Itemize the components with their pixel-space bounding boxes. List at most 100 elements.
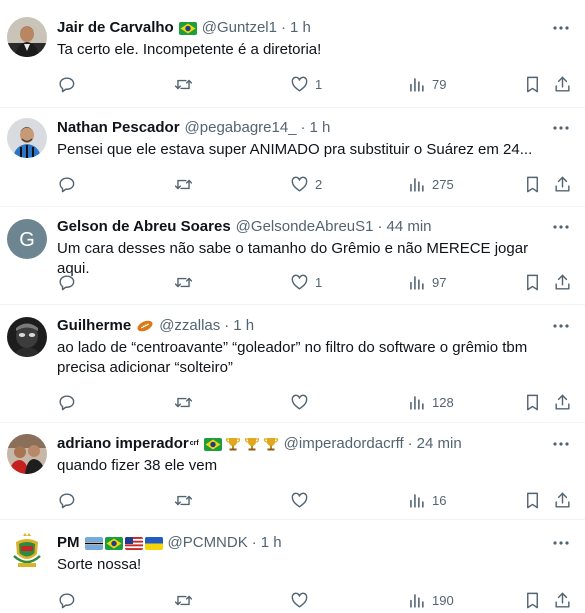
views-button[interactable]: 190 (407, 590, 454, 610)
avatar[interactable] (7, 532, 47, 572)
retweet-icon (174, 397, 193, 407)
like-button[interactable] (290, 392, 315, 412)
views-button[interactable]: 16 (407, 490, 446, 510)
share-button[interactable] (553, 272, 572, 292)
share-button[interactable] (553, 490, 572, 510)
retweet-icon (174, 495, 193, 505)
action-bar: 2 275 (0, 174, 585, 194)
share-button[interactable] (553, 74, 572, 94)
share-icon (555, 176, 570, 192)
timestamp[interactable]: 1 h (233, 316, 254, 336)
reply-button[interactable] (57, 74, 82, 94)
views-button[interactable]: 275 (407, 174, 454, 194)
author-name[interactable]: Jair de Carvalho (57, 18, 174, 38)
more-icon[interactable] (551, 434, 571, 454)
author-name[interactable]: PM (57, 533, 80, 553)
reply-button[interactable] (57, 174, 82, 194)
action-bar: 190 (0, 590, 585, 610)
tweet[interactable]: PM @PCMNDK · 1 h Sorte nossa! 190 (0, 520, 585, 613)
bookmark-button[interactable] (523, 272, 542, 292)
more-icon[interactable] (551, 316, 571, 336)
trophy-icon (263, 436, 279, 452)
bookmark-button[interactable] (523, 490, 542, 510)
share-button[interactable] (553, 174, 572, 194)
bookmark-button[interactable] (523, 174, 542, 194)
avatar[interactable] (7, 317, 47, 357)
bookmark-button[interactable] (523, 590, 542, 610)
timestamp[interactable]: 1 h (290, 18, 311, 38)
more-icon[interactable] (551, 118, 571, 138)
avatar[interactable] (7, 17, 47, 57)
like-count: 2 (315, 176, 323, 192)
more-icon[interactable] (551, 18, 571, 38)
tweet-text: Sorte nossa! (57, 556, 142, 573)
brazil-flag-icon (203, 437, 222, 451)
retweet-icon (174, 277, 193, 287)
timestamp[interactable]: 44 min (386, 217, 431, 237)
share-icon (555, 492, 570, 508)
timestamp[interactable]: 1 h (261, 533, 282, 553)
like-button[interactable]: 1 (290, 74, 322, 94)
share-icon (555, 76, 570, 92)
author-name[interactable]: Guilherme (57, 316, 131, 336)
tweet[interactable]: Nathan Pescador @pegabagre14_ · 1 h Pens… (0, 108, 585, 207)
author-handle[interactable]: @zzallas (159, 316, 220, 336)
avatar[interactable] (7, 434, 47, 474)
tweet-text: quando fizer 38 ele vem (57, 457, 218, 474)
tweet[interactable]: Jair de Carvalho @Guntzel1 · 1 h Ta cert… (0, 0, 585, 108)
retweet-button[interactable] (174, 490, 199, 510)
reply-button[interactable] (57, 590, 82, 610)
more-icon[interactable] (551, 533, 571, 553)
bookmark-button[interactable] (523, 74, 542, 94)
retweet-button[interactable] (174, 590, 199, 610)
author-name[interactable]: Gelson de Abreu Soares (57, 217, 231, 237)
timestamp[interactable]: 24 min (417, 434, 462, 454)
views-button[interactable]: 128 (407, 392, 454, 412)
avatar[interactable] (7, 118, 47, 158)
avatar[interactable]: G (7, 219, 47, 259)
views-icon (410, 593, 424, 608)
more-icon[interactable] (551, 217, 571, 237)
separator: · (377, 218, 383, 235)
name-badges (203, 436, 279, 452)
timestamp[interactable]: 1 h (310, 118, 331, 138)
like-button[interactable]: 2 (290, 174, 322, 194)
views-button[interactable]: 79 (407, 74, 446, 94)
reply-icon (59, 492, 75, 508)
bookmark-icon (527, 274, 538, 290)
share-button[interactable] (553, 590, 572, 610)
usa-flag-icon (124, 536, 143, 550)
views-count: 275 (432, 176, 454, 192)
like-button[interactable] (290, 590, 315, 610)
tweet[interactable]: adriano imperador crf @imperadordacrff · … (0, 423, 585, 520)
author-handle[interactable]: @imperadordacrff (284, 434, 404, 454)
trophy-icon (225, 436, 241, 452)
heart-icon (291, 492, 308, 508)
share-icon (555, 274, 570, 290)
author-handle[interactable]: @PCMNDK (168, 533, 248, 553)
reply-icon (59, 274, 75, 290)
reply-button[interactable] (57, 272, 82, 292)
retweet-button[interactable] (174, 174, 199, 194)
views-button[interactable]: 97 (407, 272, 446, 292)
trophy-icon (244, 436, 260, 452)
name-badges (84, 536, 163, 550)
like-button[interactable]: 1 (290, 272, 322, 292)
like-count: 1 (315, 76, 323, 92)
bookmark-button[interactable] (523, 392, 542, 412)
retweet-button[interactable] (174, 392, 199, 412)
author-name[interactable]: Nathan Pescador (57, 118, 180, 138)
tweet[interactable]: Guilherme @zzallas · 1 h ao lado de “cen… (0, 305, 585, 423)
author-handle[interactable]: @pegabagre14_ (185, 118, 297, 138)
reply-button[interactable] (57, 392, 82, 412)
tweet[interactable]: G Gelson de Abreu Soares @GelsondeAbreuS… (0, 207, 585, 305)
author-handle[interactable]: @GelsondeAbreuS1 (236, 217, 374, 237)
author-name[interactable]: adriano imperador (57, 434, 189, 454)
retweet-button[interactable] (174, 74, 199, 94)
reply-button[interactable] (57, 490, 82, 510)
name-badges (178, 21, 197, 35)
retweet-button[interactable] (174, 272, 199, 292)
share-button[interactable] (553, 392, 572, 412)
author-handle[interactable]: @Guntzel1 (202, 18, 277, 38)
like-button[interactable] (290, 490, 315, 510)
